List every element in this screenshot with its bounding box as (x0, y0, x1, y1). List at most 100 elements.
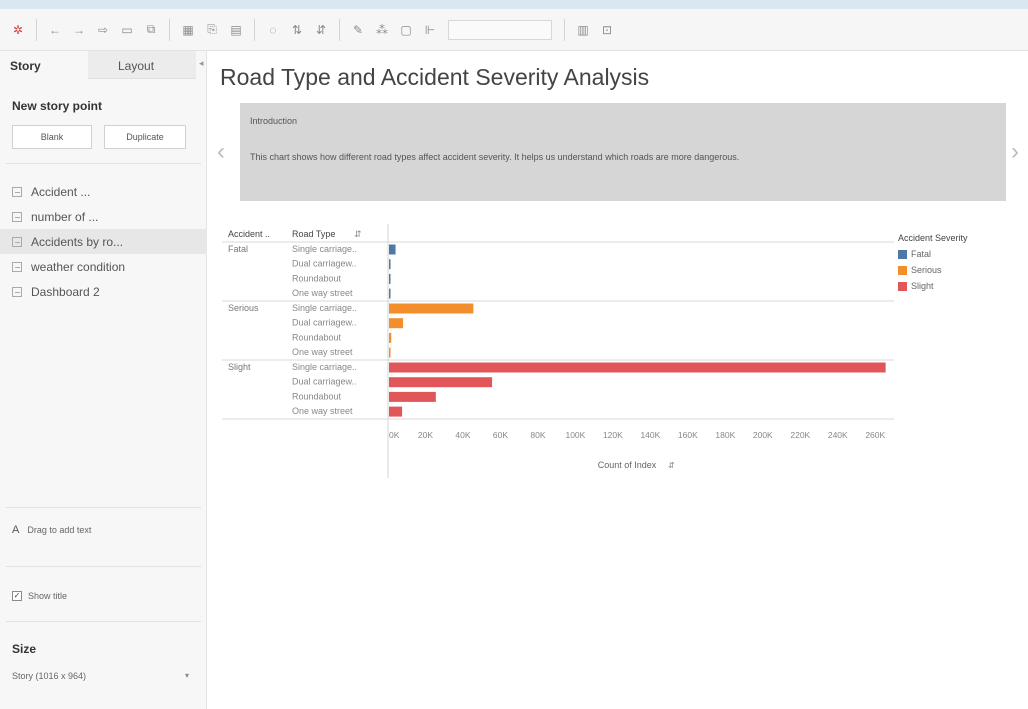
caption-body: This chart shows how different road type… (250, 152, 740, 162)
caption-title: Introduction (250, 116, 298, 126)
new-story-point-heading: New story point (12, 99, 103, 113)
clear-icon[interactable]: ▤ (227, 21, 245, 39)
bar[interactable] (389, 259, 391, 270)
sheet-label: Dashboard 2 (31, 284, 100, 299)
presentation-icon[interactable]: ⊡ (598, 21, 616, 39)
category-label: Dual carriagew.. (292, 318, 357, 328)
fix-axes-icon[interactable]: ⊩ (421, 21, 439, 39)
x-axis-title: Count of Index (598, 460, 657, 470)
drag-text-label: Drag to add text (27, 525, 92, 535)
category-label: Single carriage.. (292, 244, 357, 254)
sort-asc-icon[interactable]: ⇅ (288, 21, 306, 39)
previous-story-point-icon[interactable]: ‹ (217, 138, 225, 166)
bar[interactable] (389, 244, 396, 255)
sidebar-tabs: Story Layout (0, 51, 207, 79)
divider (6, 507, 201, 508)
bar[interactable] (389, 318, 404, 329)
x-tick-label: 80K (530, 430, 545, 440)
x-tick-label: 20K (418, 430, 433, 440)
bar[interactable] (389, 332, 392, 343)
bar[interactable] (389, 347, 391, 358)
size-heading: Size (12, 642, 37, 656)
legend-label: Fatal (911, 249, 932, 259)
duplicate-icon[interactable]: ⎘ (203, 21, 221, 39)
row-header-severity[interactable]: Accident .. (228, 229, 270, 239)
x-tick-label: 260K (865, 430, 885, 440)
size-dropdown[interactable]: Story (1016 x 964) (12, 671, 86, 681)
legend-swatch (898, 249, 907, 259)
bar[interactable] (389, 288, 391, 299)
x-tick-label: 100K (565, 430, 585, 440)
group-label: Fatal (228, 244, 248, 254)
blank-button[interactable]: Blank (12, 125, 92, 149)
replay-icon[interactable]: ⇨ (94, 21, 112, 39)
tab-layout[interactable]: Layout (88, 51, 196, 79)
bar[interactable] (389, 377, 493, 388)
sort-desc-icon[interactable]: ⇵ (312, 21, 330, 39)
window-top-strip (0, 0, 1028, 9)
x-tick-label: 240K (828, 430, 848, 440)
toolbar-divider (254, 18, 255, 41)
sheet-list: Accident ... number of ... Accidents by … (0, 179, 207, 304)
sheet-label: Accident ... (31, 184, 91, 199)
toolbar-divider (36, 18, 37, 41)
sort-icon[interactable]: ⇵ (354, 229, 362, 240)
dashboard-icon (12, 286, 22, 297)
legend-swatch (898, 281, 907, 291)
sheet-item[interactable]: weather condition (0, 254, 207, 279)
bar[interactable] (389, 362, 886, 373)
legend-swatch (898, 265, 907, 275)
story-point-caption[interactable]: Introduction This chart shows how differ… (240, 103, 1006, 201)
category-label: Roundabout (292, 391, 342, 401)
sheet-label: weather condition (31, 259, 126, 274)
category-label: Single carriage.. (292, 362, 357, 372)
labels-icon[interactable]: ▢ (397, 21, 415, 39)
category-label: One way street (292, 347, 353, 357)
row-header-road-type[interactable]: Road Type (292, 229, 335, 239)
category-label: Dual carriagew.. (292, 259, 357, 269)
legend-item-serious[interactable]: Serious (898, 265, 942, 275)
divider (6, 621, 201, 622)
sheet-item[interactable]: number of ... (0, 204, 207, 229)
x-tick-label: 200K (753, 430, 773, 440)
bar[interactable] (389, 406, 403, 417)
x-tick-label: 180K (715, 430, 735, 440)
show-title-option[interactable]: ✓ Show title (12, 591, 67, 601)
show-title-label: Show title (28, 591, 68, 601)
sheet-item[interactable]: Accident ... (0, 179, 207, 204)
save-icon[interactable]: ▭ (118, 21, 136, 39)
bar[interactable] (389, 391, 436, 402)
sheet-label: Accidents by ro... (31, 234, 124, 249)
next-story-point-icon[interactable]: › (1011, 138, 1019, 166)
x-tick-label: 120K (603, 430, 623, 440)
swap-icon[interactable]: ◌ (264, 21, 282, 39)
sheet-item-selected[interactable]: Accidents by ro... (0, 229, 207, 254)
redo-icon[interactable]: → (70, 21, 88, 39)
group-icon[interactable]: ⁂ (373, 21, 391, 39)
category-label: One way street (292, 406, 353, 416)
legend-label: Slight (911, 281, 934, 291)
new-worksheet-icon[interactable]: ▦ (179, 21, 197, 39)
x-tick-label: 220K (790, 430, 810, 440)
show-cards-icon[interactable]: ▥ (574, 21, 592, 39)
toolbar: ✲ ← → ⇨ ▭ ⧉ ▦ ⎘ ▤ ◌ ⇅ ⇵ ✎ ⁂ ▢ ⊩ ▥ ⊡ (0, 9, 1028, 51)
bar[interactable] (389, 303, 474, 314)
legend-label: Serious (911, 265, 942, 275)
legend-item-slight[interactable]: Slight (898, 281, 934, 291)
highlight-icon[interactable]: ✎ (349, 21, 367, 39)
show-title-checkbox[interactable]: ✓ (12, 591, 22, 601)
sheet-item[interactable]: Dashboard 2 (0, 279, 207, 304)
category-label: Single carriage.. (292, 303, 357, 313)
undo-icon[interactable]: ← (46, 21, 64, 39)
drag-text-object[interactable]: A Drag to add text (12, 524, 91, 536)
new-datasource-icon[interactable]: ⧉ (142, 21, 160, 39)
collapse-icon[interactable]: ◂ (199, 58, 204, 69)
fit-dropdown[interactable] (448, 19, 552, 40)
chevron-down-icon[interactable]: ▾ (185, 671, 189, 680)
bar[interactable] (389, 273, 391, 284)
duplicate-button[interactable]: Duplicate (104, 125, 186, 149)
legend-item-fatal[interactable]: Fatal (898, 249, 931, 259)
tab-story[interactable]: Story (0, 51, 88, 79)
category-label: Roundabout (292, 332, 342, 342)
tableau-icon[interactable]: ✲ (9, 21, 27, 39)
